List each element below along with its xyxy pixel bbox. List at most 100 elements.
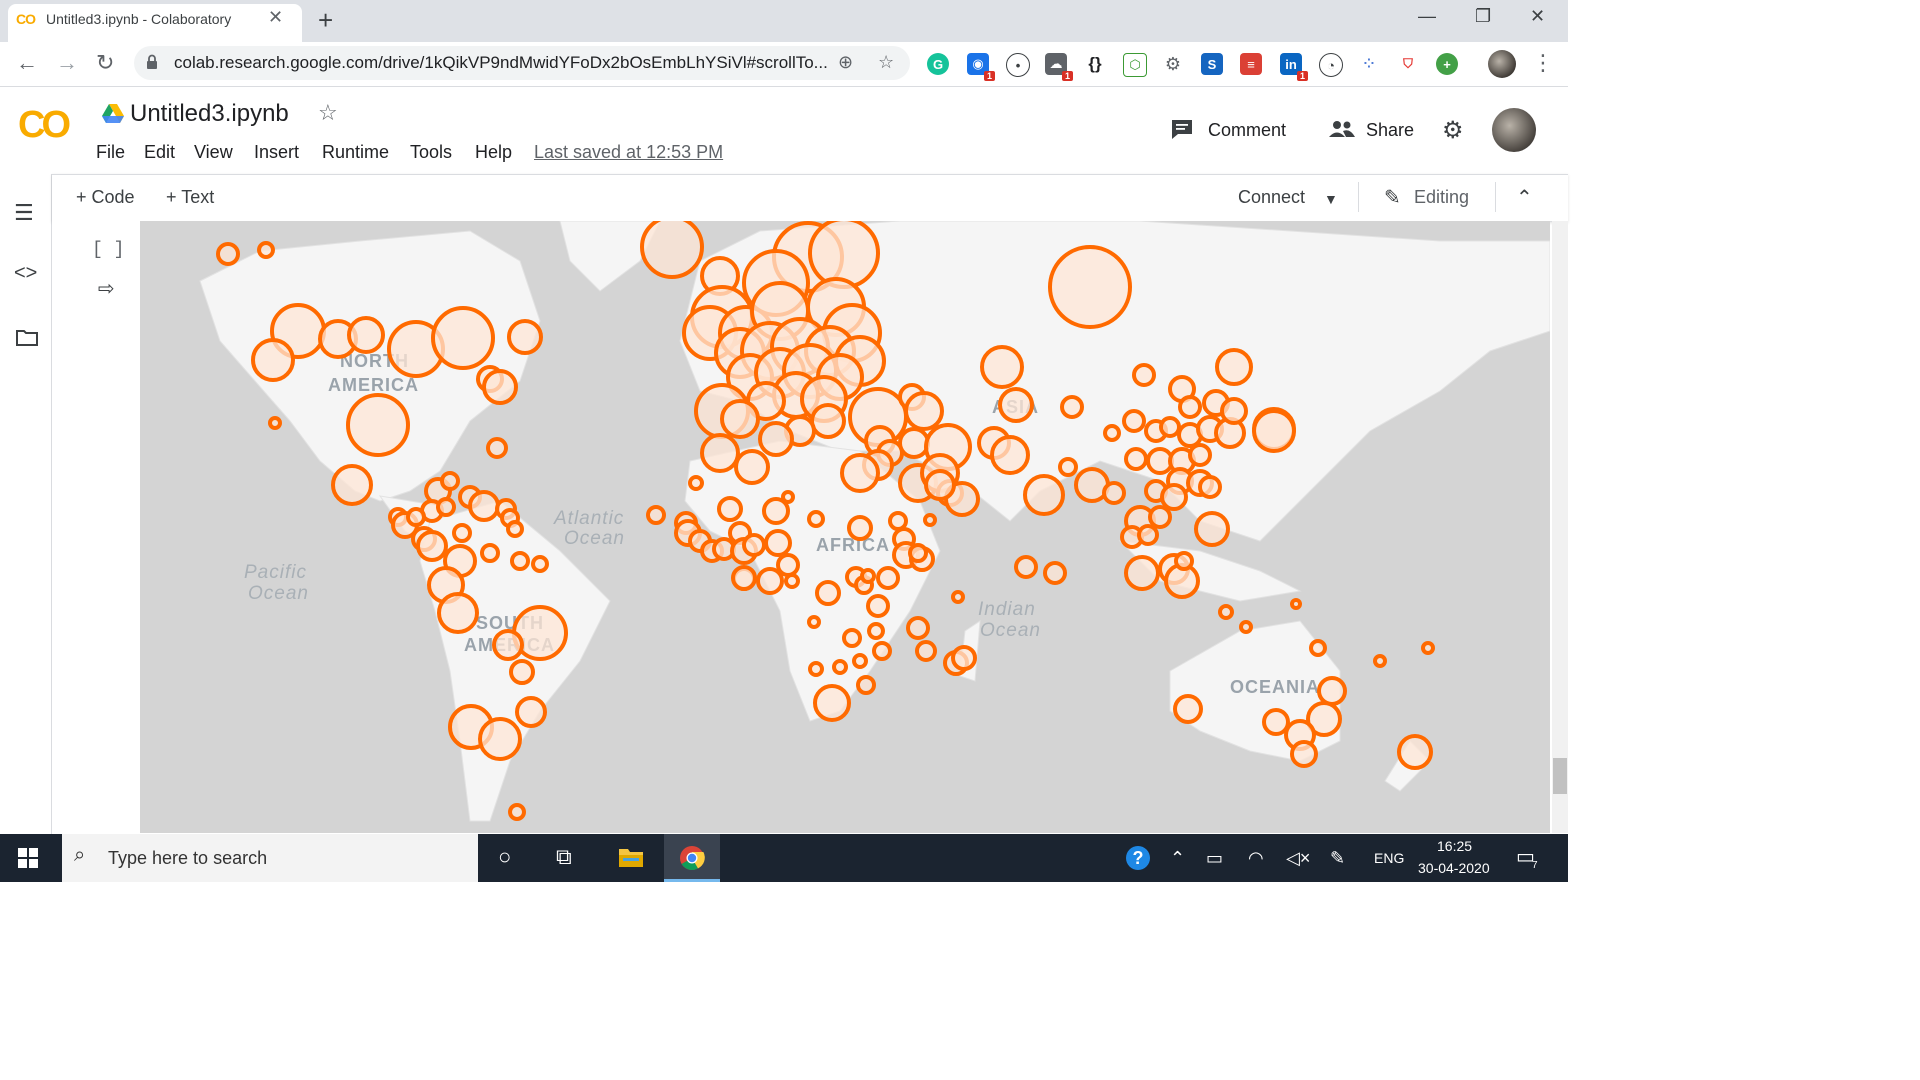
map-marker[interactable] (331, 464, 373, 506)
map-marker[interactable] (646, 505, 666, 525)
map-marker[interactable] (251, 338, 295, 382)
tab-close-icon[interactable]: ✕ (268, 7, 283, 28)
map-marker[interactable] (437, 592, 479, 634)
battery-icon[interactable]: ▭ (1206, 848, 1223, 869)
todoist-extension-icon[interactable]: ≡ (1240, 53, 1262, 75)
notebook-title[interactable]: Untitled3.ipynb (130, 100, 289, 128)
map-marker[interactable] (1290, 740, 1318, 768)
map-marker[interactable] (842, 628, 862, 648)
map-marker[interactable] (808, 661, 824, 677)
star-icon[interactable]: ☆ (318, 100, 338, 126)
map-marker[interactable] (468, 490, 500, 522)
forward-icon[interactable]: → (56, 50, 78, 76)
map-marker[interactable] (436, 497, 456, 517)
map-marker[interactable] (1290, 598, 1302, 610)
skype-extension-icon[interactable]: S (1201, 53, 1223, 75)
profile-avatar[interactable] (1488, 50, 1516, 78)
map-marker[interactable] (1174, 551, 1194, 571)
map-marker[interactable] (508, 803, 526, 821)
map-marker[interactable] (700, 433, 740, 473)
map-marker[interactable] (1421, 641, 1435, 655)
map-marker[interactable] (510, 551, 530, 571)
map-marker[interactable] (480, 543, 500, 563)
tab-title[interactable]: Untitled3.ipynb - Colaboratory (46, 11, 231, 27)
shield-extension-icon[interactable]: ⛉ (1397, 53, 1419, 75)
account-avatar[interactable] (1492, 108, 1536, 152)
window-close-icon[interactable]: ✕ (1530, 6, 1545, 27)
map-marker[interactable] (431, 306, 495, 370)
map-marker[interactable] (1218, 604, 1234, 620)
extension-icon[interactable]: • (1006, 53, 1030, 77)
map-marker[interactable] (257, 241, 275, 259)
map-marker[interactable] (808, 221, 880, 289)
map-marker[interactable] (507, 319, 543, 355)
map-marker[interactable] (1043, 561, 1067, 585)
extension-icon[interactable]: ☁ 1 (1045, 53, 1073, 81)
new-tab-button[interactable]: + (318, 5, 333, 36)
add-extension-icon[interactable]: + (1436, 53, 1458, 75)
map-marker[interactable] (1124, 555, 1160, 591)
browser-menu-icon[interactable]: ⋮ (1532, 50, 1554, 76)
map-marker[interactable] (1048, 245, 1132, 329)
map-marker[interactable] (1309, 639, 1327, 657)
url-text[interactable]: colab.research.google.com/drive/1kQikVP9… (174, 53, 828, 73)
map-marker[interactable] (640, 221, 704, 279)
map-marker[interactable] (998, 387, 1034, 423)
map-marker[interactable] (876, 566, 900, 590)
map-marker[interactable] (1058, 457, 1078, 477)
taskbar-search-placeholder[interactable]: Type here to search (108, 848, 267, 869)
output-scrollbar[interactable] (1552, 221, 1568, 833)
map-marker[interactable] (1215, 348, 1253, 386)
map-marker[interactable] (452, 523, 472, 543)
node-extension-icon[interactable]: ⬡ (1123, 53, 1147, 77)
map-marker[interactable] (1198, 475, 1222, 499)
map-marker[interactable] (807, 615, 821, 629)
map-marker[interactable] (807, 510, 825, 528)
scrollbar-thumb[interactable] (1553, 758, 1567, 794)
map-marker[interactable] (734, 449, 770, 485)
map-marker[interactable] (898, 427, 930, 459)
map-marker[interactable] (1014, 555, 1038, 579)
map-marker[interactable] (860, 568, 876, 584)
table-of-contents-icon[interactable]: ☰ (14, 200, 34, 226)
menu-tools[interactable]: Tools (410, 142, 452, 163)
menu-edit[interactable]: Edit (144, 142, 175, 163)
map-marker[interactable] (888, 511, 908, 531)
map-marker[interactable] (1188, 443, 1212, 467)
map-marker[interactable] (1178, 395, 1202, 419)
task-view-icon[interactable]: ⧉ (556, 844, 572, 870)
map-marker[interactable] (856, 675, 876, 695)
map-marker[interactable] (832, 659, 848, 675)
settings-extension-icon[interactable]: ⚙ (1162, 53, 1184, 75)
map-marker[interactable] (347, 316, 385, 354)
windows-start-icon[interactable] (18, 848, 38, 868)
map-marker[interactable] (416, 530, 448, 562)
json-extension-icon[interactable]: {} (1084, 53, 1106, 75)
map-marker[interactable] (951, 590, 965, 604)
volume-muted-icon[interactable]: ◁× (1286, 848, 1310, 869)
menu-help[interactable]: Help (475, 142, 512, 163)
grammarly-extension-icon[interactable]: G (927, 53, 949, 75)
menu-insert[interactable]: Insert (254, 142, 299, 163)
map-marker[interactable] (1122, 409, 1146, 433)
add-text-button[interactable]: + Text (166, 187, 214, 208)
map-marker[interactable] (924, 469, 956, 501)
map-marker[interactable] (1239, 620, 1253, 634)
map-marker[interactable] (815, 580, 841, 606)
map-marker[interactable] (867, 622, 885, 640)
map-marker[interactable] (840, 453, 880, 493)
map-marker[interactable] (852, 653, 868, 669)
file-explorer-icon[interactable] (618, 846, 644, 868)
map-marker[interactable] (688, 475, 704, 491)
add-code-button[interactable]: + Code (76, 187, 135, 208)
map-marker[interactable] (1397, 734, 1433, 770)
map-marker[interactable] (1194, 511, 1230, 547)
map-marker[interactable] (717, 496, 743, 522)
map-marker[interactable] (756, 567, 784, 595)
world-map-output[interactable]: NORTH AMERICA SOUTH AMERICA AFRICA ASIA … (140, 221, 1550, 833)
map-marker[interactable] (406, 507, 426, 527)
restore-icon[interactable]: ❐ (1475, 6, 1491, 27)
map-marker[interactable] (781, 490, 795, 504)
map-marker[interactable] (990, 435, 1030, 475)
map-marker[interactable] (482, 369, 518, 405)
